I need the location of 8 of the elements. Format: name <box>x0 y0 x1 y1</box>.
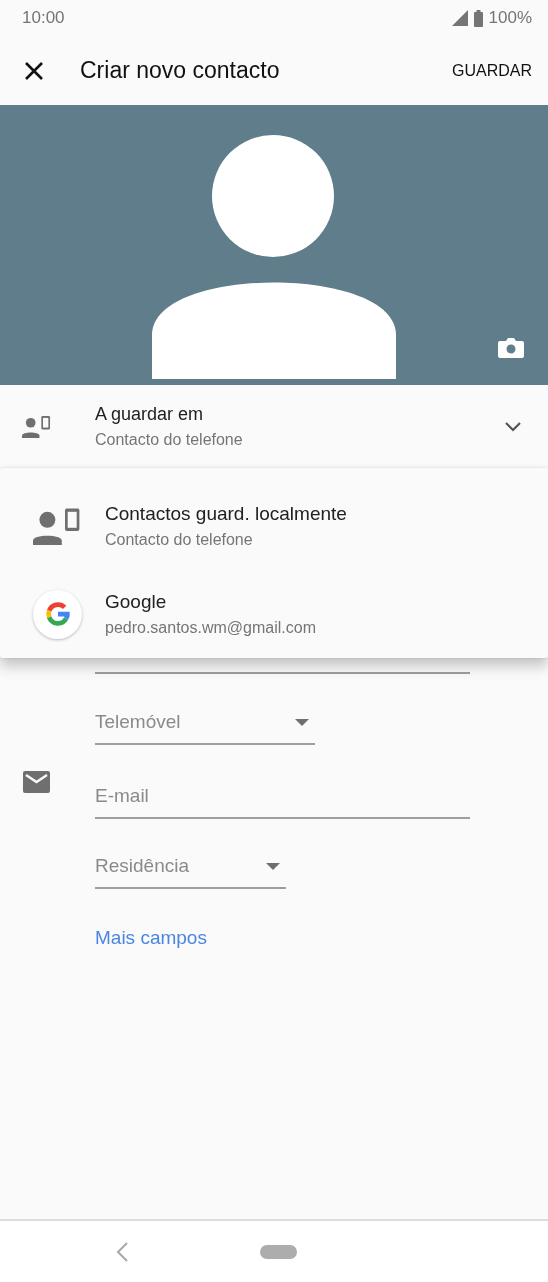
screen-title: Criar novo contacto <box>80 57 281 84</box>
account-selector[interactable]: A guardar em Contacto do telefone <box>0 385 548 468</box>
battery-percentage: 100% <box>488 8 532 28</box>
account-option[interactable]: Contactos guard. localmente Contacto do telefone <box>0 482 548 570</box>
email-field[interactable]: E-mail <box>95 785 470 819</box>
account-option[interactable]: Google pedro.santos.wm@gmail.com <box>0 570 548 658</box>
status-time: 10:00 <box>22 8 65 28</box>
save-button[interactable]: GUARDAR <box>452 61 532 80</box>
